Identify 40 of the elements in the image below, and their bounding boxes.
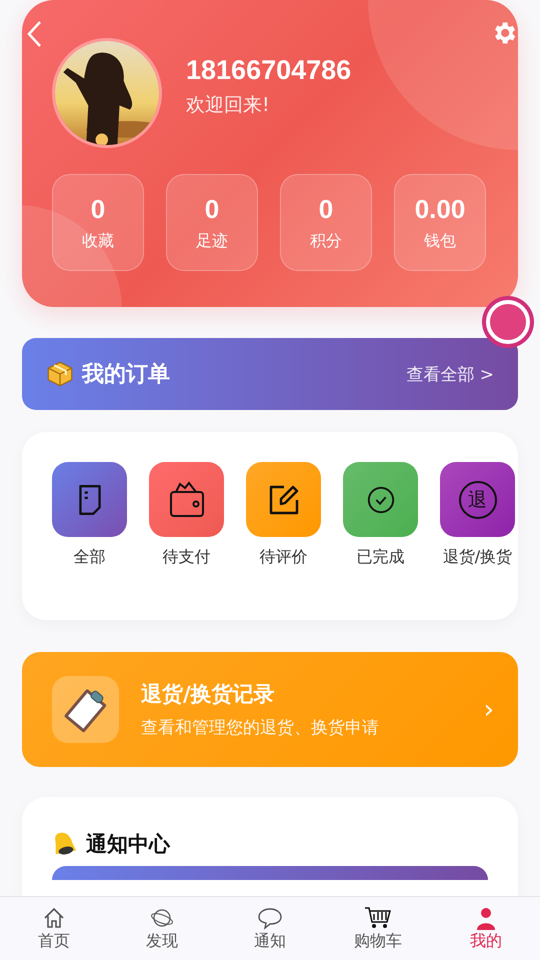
orders-bar[interactable]: 我的订单 查看全部 >	[22, 338, 518, 410]
notifications-title: 通知中心	[86, 831, 170, 858]
status-label: 待评价	[260, 547, 308, 568]
returns-subtitle: 查看和管理您的退货、换货申请	[141, 717, 380, 739]
check-circle-icon	[366, 484, 396, 514]
notifications-button[interactable]	[52, 866, 488, 880]
person-icon	[474, 906, 498, 930]
greeting: 欢迎回来!	[186, 92, 271, 118]
tab-item[interactable]: 发现	[108, 897, 216, 960]
order-status-item[interactable]: 待支付	[149, 462, 224, 620]
chat-bubble-icon	[257, 906, 283, 930]
stat-label: 钱包	[424, 230, 456, 252]
stat-value: 0.00	[414, 194, 466, 224]
stat-value: 0	[90, 194, 106, 224]
phone-number: 18166704786	[186, 54, 352, 86]
returns-title: 退货/换货记录	[141, 681, 276, 708]
stat-label: 足迹	[196, 230, 228, 252]
status-label: 已完成	[356, 547, 404, 568]
order-status-item[interactable]: 待评价	[246, 462, 321, 620]
status-label: 全部	[74, 547, 106, 568]
order-status-item[interactable]: 全部	[52, 462, 127, 620]
tab-item[interactable]: 购物车	[324, 897, 432, 960]
stat-value: 0	[204, 194, 220, 224]
status-label: 待支付	[162, 547, 210, 568]
order-status-item[interactable]: 退 退货/换货	[440, 462, 515, 620]
back-icon[interactable]	[26, 20, 42, 48]
return-glyph: 退	[458, 480, 496, 518]
stat-label: 积分	[310, 230, 342, 252]
cart-icon	[364, 906, 392, 930]
stat-value: 0	[318, 194, 334, 224]
tab-item[interactable]: 通知	[216, 897, 324, 960]
tab-item[interactable]: 我的	[432, 897, 540, 960]
order-status-item[interactable]: 已完成	[343, 462, 418, 620]
orders-title: 我的订单	[82, 361, 171, 389]
chevron-glyph: ›	[484, 694, 494, 724]
status-label: 退货/换货	[442, 547, 512, 568]
tab-item[interactable]: 首页	[0, 897, 108, 960]
view-all-link[interactable]: 查看全部 >	[406, 362, 494, 386]
stat-label: 收藏	[82, 230, 114, 252]
box-icon	[46, 360, 74, 388]
